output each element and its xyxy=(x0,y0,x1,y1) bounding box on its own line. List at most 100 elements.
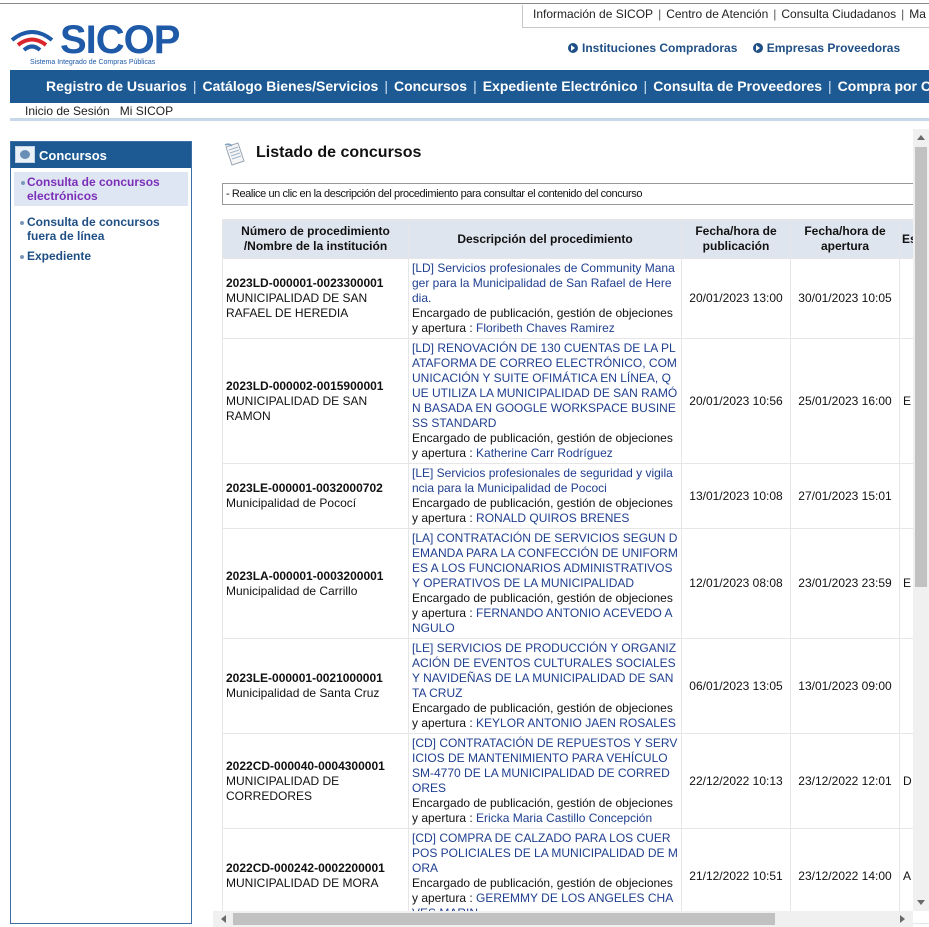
table-row: 2022CD-000040-0004300001 MUNICIPALIDAD DE… xyxy=(222,733,929,829)
opening-date: 23/01/2023 23:59 xyxy=(790,528,900,639)
sidebar: Concursos Consulta de concursos electrón… xyxy=(10,141,192,924)
subnav-mi-sicop[interactable]: Mi SICOP xyxy=(120,104,173,118)
main-content: Listado de concursos - Realice un clic e… xyxy=(213,129,929,927)
procedure-description-link[interactable]: [LE] Servicios profesionales de segurida… xyxy=(412,466,673,495)
vertical-scrollbar[interactable] xyxy=(913,129,929,911)
procedure-number: 2023LD-000001-0023300001 xyxy=(226,276,384,290)
procedure-description-link[interactable]: [LD] Servicios profesionales de Communit… xyxy=(412,261,675,305)
col-header-apertura: Fecha/hora de apertura xyxy=(790,219,900,259)
nav-concursos[interactable]: Concursos xyxy=(394,78,467,94)
procedure-description-link[interactable]: [LE] SERVICIOS DE PRODUCCIÓN Y ORGANIZAC… xyxy=(412,641,676,700)
procedure-cell: 2022CD-000040-0004300001 MUNICIPALIDAD DE… xyxy=(222,733,409,829)
procedure-number: 2023LD-000002-0015900001 xyxy=(226,378,384,393)
procedure-number: 2022CD-000040-0004300001 xyxy=(226,758,385,773)
description-cell: [CD] COMPRA DE CALZADO PARA LOS CUERPOS … xyxy=(408,828,682,924)
nav-compra-catalogo[interactable]: Compra por Catál xyxy=(838,78,929,94)
manager-name[interactable]: RONALD QUIROS BRENES xyxy=(476,511,629,525)
folder-globe-icon xyxy=(15,146,35,163)
instruction-text: - Realice un clic en la descripción del … xyxy=(222,183,929,205)
sidebar-item-expediente[interactable]: Expediente xyxy=(11,246,191,266)
opening-date: 23/12/2022 14:00 xyxy=(790,828,900,924)
horizontal-scrollbar[interactable] xyxy=(213,911,913,927)
procedure-cell: 2023LA-000001-0003200001 Municipalidad de… xyxy=(222,528,409,639)
table-row: 2023LE-000001-0021000001 Municipalidad de… xyxy=(222,638,929,734)
vertical-scroll-thumb[interactable] xyxy=(915,147,927,587)
document-list-icon xyxy=(224,142,245,166)
top-links-bar: Información de SICOP | Centro de Atención |… xyxy=(522,5,929,27)
top-link-more[interactable]: Ma xyxy=(909,7,926,21)
subnav-inicio-sesion[interactable]: Inicio de Sesión xyxy=(25,104,110,118)
nav-catalogo[interactable]: Catálogo Bienes/Servicios xyxy=(202,78,378,94)
top-links-divider xyxy=(522,27,929,28)
nav-expediente[interactable]: Expediente Electrónico xyxy=(483,78,638,94)
procedure-description-link[interactable]: [CD] CONTRATACIÓN DE REPUESTOS Y SERVICI… xyxy=(412,736,677,795)
nav-registro-usuarios[interactable]: Registro de Usuarios xyxy=(46,78,187,94)
arrow-bullet-icon xyxy=(568,43,578,53)
institution-name: Municipalidad de Pococí xyxy=(226,496,357,510)
quick-link-label: Instituciones Compradoras xyxy=(582,41,738,55)
table-row: 2023LD-000002-0015900001 MUNICIPALIDAD DE… xyxy=(222,338,929,464)
institution-name: MUNICIPALIDAD DE MORA xyxy=(226,876,379,890)
procedure-cell: 2023LE-000001-0032000702 Municipalidad de… xyxy=(222,463,409,529)
opening-date: 23/12/2022 12:01 xyxy=(790,733,900,829)
institution-name: MUNICIPALIDAD DE SAN RAFAEL DE HEREDIA xyxy=(226,291,368,320)
scroll-up-icon[interactable] xyxy=(917,135,925,140)
sub-nav: Inicio de Sesión Mi SICOP xyxy=(10,103,929,121)
procedure-number: 2023LE-000001-0032000702 xyxy=(226,481,383,495)
sicop-logo[interactable]: SICOP Sistema Integrado de Compras Públi… xyxy=(10,18,200,70)
description-cell: [LA] CONTRATACIÓN DE SERVICIOS SEGUN DEM… xyxy=(408,528,682,639)
col-header-publicacion: Fecha/hora de publicación xyxy=(681,219,791,259)
publication-date: 12/01/2023 08:08 xyxy=(681,528,791,639)
contests-table: Número de procedimiento /Nombre de la in… xyxy=(222,219,929,924)
main-nav: Registro de Usuarios | Catálogo Bienes/Ser… xyxy=(10,70,929,103)
logo-wordmark: SICOP xyxy=(60,18,180,62)
quick-link-empresas[interactable]: Empresas Proveedoras xyxy=(752,41,901,55)
wifi-logo-icon xyxy=(10,30,54,52)
nav-proveedores[interactable]: Consulta de Proveedores xyxy=(653,78,822,94)
top-link-centro[interactable]: Centro de Atención xyxy=(666,7,768,21)
table-row: 2023LD-000001-0023300001 MUNICIPALIDAD DE… xyxy=(222,258,929,339)
table-row: 2023LA-000001-0003200001 Municipalidad de… xyxy=(222,528,929,639)
top-link-consulta[interactable]: Consulta Ciudadanos xyxy=(781,7,896,21)
scroll-down-icon[interactable] xyxy=(917,900,925,905)
logo-subtitle: Sistema Integrado de Compras Públicas xyxy=(30,59,156,66)
arrow-bullet-icon xyxy=(752,43,763,53)
publication-date: 06/01/2023 13:05 xyxy=(681,638,791,734)
publication-date: 20/01/2023 10:56 xyxy=(681,338,791,464)
top-link-info[interactable]: Información de SICOP xyxy=(533,7,653,21)
procedure-description-link[interactable]: [CD] COMPRA DE CALZADO PARA LOS CUERPOS … xyxy=(412,831,678,875)
page-title: Listado de concursos xyxy=(256,144,422,161)
opening-date: 30/01/2023 10:05 xyxy=(790,258,900,339)
publication-date: 22/12/2022 10:13 xyxy=(681,733,791,829)
table-row: 2023LE-000001-0032000702 Municipalidad de… xyxy=(222,463,929,529)
quick-link-label: Empresas Proveedoras xyxy=(766,41,901,55)
publication-date: 20/01/2023 13:00 xyxy=(681,258,791,339)
quick-link-instituciones[interactable]: Instituciones Compradoras xyxy=(568,41,737,55)
procedure-description-link[interactable]: [LA] CONTRATACIÓN DE SERVICIOS SEGUN DEM… xyxy=(412,531,678,590)
manager-name[interactable]: Ericka Maria Castillo Concepción xyxy=(476,811,652,825)
procedure-number: 2023LE-000001-0021000001 xyxy=(226,671,383,685)
publication-date: 21/12/2022 10:51 xyxy=(681,828,791,924)
horizontal-scroll-thumb[interactable] xyxy=(233,913,775,925)
scroll-left-icon[interactable] xyxy=(221,915,226,923)
manager-name[interactable]: KEYLOR ANTONIO JAEN ROSALES xyxy=(476,716,676,730)
procedure-cell: 2022CD-000242-0002200001 MUNICIPALIDAD DE… xyxy=(222,828,409,924)
description-cell: [LD] Servicios profesionales de Communit… xyxy=(408,258,682,339)
manager-name[interactable]: Katherine Carr Rodríguez xyxy=(476,446,613,460)
procedure-cell: 2023LE-000001-0021000001 Municipalidad de… xyxy=(222,638,409,734)
procedure-description-link[interactable]: [LD] RENOVACIÓN DE 130 CUENTAS DE LA PLA… xyxy=(412,341,677,430)
opening-date: 25/01/2023 16:00 xyxy=(790,338,900,464)
sidebar-item-consulta-fuera-linea[interactable]: Consulta de concursos fuera de línea xyxy=(11,212,191,246)
manager-name[interactable]: Floribeth Chaves Ramirez xyxy=(476,321,615,335)
scroll-right-icon[interactable] xyxy=(900,915,905,923)
institution-name: Municipalidad de Santa Cruz xyxy=(226,686,380,700)
description-cell: [LD] RENOVACIÓN DE 130 CUENTAS DE LA PLA… xyxy=(408,338,682,464)
institution-name: MUNICIPALIDAD DE SAN RAMON xyxy=(226,393,368,423)
quick-links: Instituciones Compradoras Empresas Prove… xyxy=(568,41,912,55)
opening-date: 13/01/2023 09:00 xyxy=(790,638,900,734)
sidebar-header: Concursos xyxy=(11,142,191,168)
opening-date: 27/01/2023 15:01 xyxy=(790,463,900,529)
sidebar-item-consulta-electronicos[interactable]: Consulta de concursos electrónicos xyxy=(14,172,188,206)
institution-name: MUNICIPALIDAD DE CORREDORES xyxy=(226,773,340,803)
top-border xyxy=(0,3,929,4)
